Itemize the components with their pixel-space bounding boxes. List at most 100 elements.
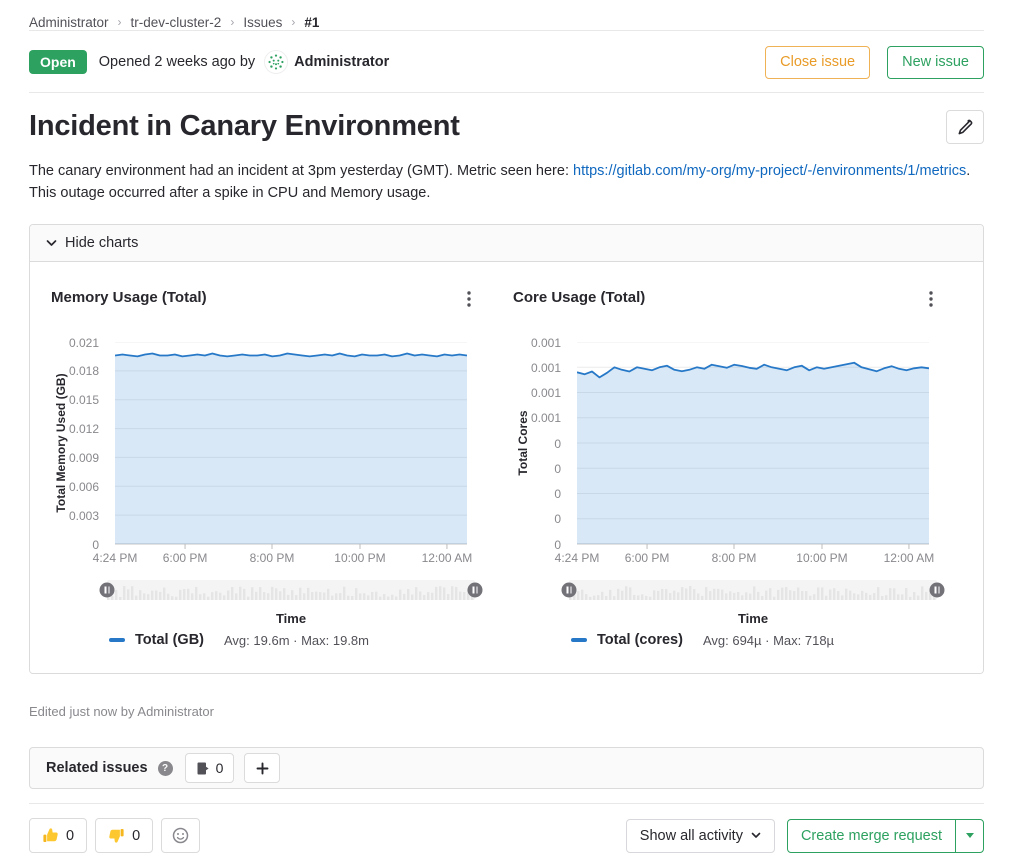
- y-tick-label: 0.001: [531, 336, 561, 350]
- x-tick-label: 4:24 PM: [93, 551, 138, 565]
- chevron-down-icon: [751, 832, 761, 839]
- y-tick-label: 0: [554, 538, 561, 552]
- issue-description: The canary environment had an incident a…: [29, 161, 984, 204]
- x-tick-label: 12:00 AM: [884, 551, 935, 565]
- hide-charts-toggle[interactable]: Hide charts: [30, 225, 983, 262]
- related-issues-count-badge: 0: [185, 753, 235, 783]
- y-tick-label: 0.021: [69, 336, 99, 350]
- page-title: Incident in Canary Environment: [29, 110, 460, 143]
- close-issue-button[interactable]: Close issue: [765, 46, 870, 79]
- y-axis-title: Total Cores: [516, 410, 530, 475]
- brush-handle-right-icon[interactable]: [468, 583, 483, 598]
- breadcrumb-separator: ›: [291, 15, 295, 29]
- brush-handle-left-icon[interactable]: [562, 583, 577, 598]
- chart-title: Memory Usage (Total): [51, 289, 207, 306]
- brush-handle-right-icon[interactable]: [930, 583, 945, 598]
- description-text: The canary environment had an incident a…: [29, 163, 573, 179]
- x-axis-tick-labels: 4:24 PM6:00 PM8:00 PM10:00 PM12:00 AM: [577, 551, 929, 567]
- x-tick-label: 10:00 PM: [796, 551, 847, 565]
- thumbs-down-count: 0: [132, 828, 140, 844]
- breadcrumb: Administrator › tr-dev-cluster-2 › Issue…: [29, 0, 984, 30]
- y-tick-label: 0: [554, 462, 561, 476]
- status-badge: Open: [29, 50, 87, 74]
- x-tick-label: 10:00 PM: [334, 551, 385, 565]
- activity-filter-label: Show all activity: [640, 828, 743, 844]
- metrics-link[interactable]: https://gitlab.com/my-org/my-project/-/e…: [573, 163, 966, 179]
- plus-icon: [256, 762, 269, 775]
- avatar[interactable]: [264, 50, 288, 74]
- chevron-down-icon: [46, 239, 57, 247]
- brush-handle-left-icon[interactable]: [100, 583, 115, 598]
- related-issues-panel: Related issues ? 0: [29, 747, 984, 789]
- time-range-brush[interactable]: [569, 580, 937, 600]
- add-reaction-button[interactable]: [161, 818, 200, 853]
- y-tick-label: 0.003: [69, 509, 99, 523]
- help-icon[interactable]: ?: [158, 761, 173, 776]
- activity-filter-dropdown[interactable]: Show all activity: [626, 819, 775, 853]
- legend-swatch: [571, 638, 587, 642]
- issue-page: Administrator › tr-dev-cluster-2 › Issue…: [0, 0, 1013, 853]
- legend-series-name: Total (GB): [135, 632, 204, 648]
- plot-area: 4:24 PM6:00 PM8:00 PM10:00 PM12:00 AM: [577, 342, 929, 570]
- legend-stats: Avg: 19.6m · Max: 19.8m: [224, 633, 369, 648]
- legend-series-name: Total (cores): [597, 632, 683, 648]
- y-tick-label: 0: [554, 437, 561, 451]
- y-tick-label: 0: [92, 538, 99, 552]
- edited-note: Edited just now by Administrator: [29, 704, 984, 719]
- description-text: .: [966, 163, 970, 179]
- legend-swatch: [109, 638, 125, 642]
- legend-stats: Avg: 694µ · Max: 718µ: [703, 633, 834, 648]
- thumbs-up-button[interactable]: 0: [29, 818, 87, 853]
- pencil-icon: [957, 119, 973, 135]
- y-tick-label: 0.018: [69, 364, 99, 378]
- thumbs-down-button[interactable]: 0: [95, 818, 153, 853]
- breadcrumb-separator: ›: [230, 15, 234, 29]
- add-related-issue-button[interactable]: [244, 753, 280, 783]
- y-tick-label: 0.001: [531, 361, 561, 375]
- opened-text: Opened 2 weeks ago by: [99, 54, 255, 70]
- chart-legend[interactable]: Total (GB) Avg: 19.6m · Max: 19.8m: [109, 632, 491, 648]
- create-merge-request-button[interactable]: Create merge request: [788, 820, 955, 852]
- x-tick-label: 4:24 PM: [555, 551, 600, 565]
- x-tick-label: 6:00 PM: [625, 551, 670, 565]
- x-tick-label: 8:00 PM: [712, 551, 757, 565]
- thumbs-up-icon: [42, 827, 59, 844]
- thumbs-down-icon: [108, 827, 125, 844]
- thumbs-up-count: 0: [66, 828, 74, 844]
- chart-legend[interactable]: Total (cores) Avg: 694µ · Max: 718µ: [571, 632, 953, 648]
- y-tick-label: 0.001: [531, 411, 561, 425]
- x-axis-title: Time: [577, 611, 929, 626]
- memory-usage-chart: Memory Usage (Total) Total Memory Used (…: [51, 289, 491, 648]
- breadcrumb-link-issues[interactable]: Issues: [243, 15, 282, 30]
- y-tick-label: 0.012: [69, 422, 99, 436]
- breadcrumb-separator: ›: [118, 15, 122, 29]
- breadcrumb-link-project[interactable]: tr-dev-cluster-2: [131, 15, 222, 30]
- y-tick-label: 0.009: [69, 451, 99, 465]
- time-range-brush[interactable]: [107, 580, 475, 600]
- metrics-charts-panel: Hide charts Memory Usage (Total) Total M…: [29, 224, 984, 674]
- related-issues-count: 0: [216, 760, 224, 776]
- smiley-icon: [172, 827, 189, 844]
- issue-status-header: Open Opened 2 weeks ago by Administrator…: [29, 45, 984, 79]
- merge-request-options-caret[interactable]: [955, 820, 983, 852]
- issue-icon: [196, 761, 210, 776]
- caret-down-icon: [966, 833, 974, 838]
- breadcrumb-current-issue-number: #1: [304, 15, 319, 30]
- issue-footer: 0 0 Show all activity: [29, 804, 984, 853]
- create-merge-request-split-button: Create merge request: [787, 819, 984, 853]
- kebab-menu-icon[interactable]: [923, 289, 939, 314]
- plot-area: 4:24 PM6:00 PM8:00 PM10:00 PM12:00 AM: [115, 342, 467, 570]
- y-tick-label: 0.001: [531, 386, 561, 400]
- kebab-menu-icon[interactable]: [461, 289, 477, 314]
- y-axis-title: Total Memory Used (GB): [54, 373, 68, 512]
- breadcrumb-link-administrator[interactable]: Administrator: [29, 15, 109, 30]
- x-tick-label: 6:00 PM: [163, 551, 208, 565]
- core-usage-chart: Core Usage (Total) Total Cores 0.0010.00…: [513, 289, 953, 648]
- y-tick-label: 0.015: [69, 393, 99, 407]
- y-tick-label: 0.006: [69, 480, 99, 494]
- edit-title-button[interactable]: [946, 110, 984, 144]
- x-axis-title: Time: [115, 611, 467, 626]
- new-issue-button[interactable]: New issue: [887, 46, 984, 79]
- author-name[interactable]: Administrator: [294, 54, 389, 70]
- header-divider: [29, 92, 984, 93]
